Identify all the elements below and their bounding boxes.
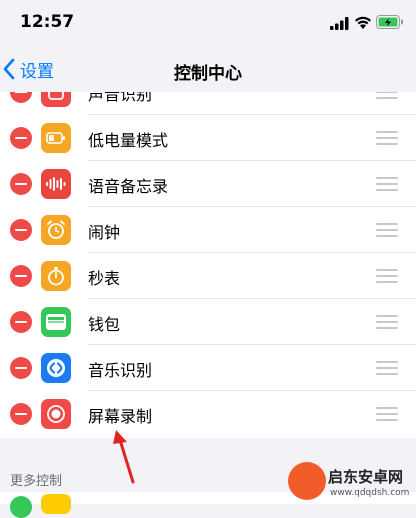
control-label: 秒表 [88,269,121,288]
app-icon [41,494,71,514]
remove-control-button[interactable] [10,265,32,287]
control-row-wallet: 钱包 [0,299,416,345]
watermark-logo-icon [288,462,326,500]
screen-record-icon [41,399,71,429]
battery-icon [41,123,71,153]
shazam-icon [41,353,71,383]
watermark: 启东安卓网 www.qdqdsh.com [288,462,416,504]
reorder-handle[interactable] [376,361,398,375]
control-label: 音乐识别 [88,361,153,380]
control-row-stopwatch: 秒表 [0,253,416,299]
page-title: 控制中心 [174,64,242,84]
remove-control-button[interactable] [10,219,32,241]
control-row-low-power: 低电量模式 [0,115,416,161]
add-control-button[interactable] [10,496,32,518]
control-label: 低电量模式 [88,131,169,150]
watermark-title: 启东安卓网 [328,468,404,486]
sound-recognition-icon [41,92,71,107]
stopwatch-icon [41,261,71,291]
reorder-handle[interactable] [376,407,398,421]
control-label: 声音识别 [88,92,153,104]
remove-control-button[interactable] [10,357,32,379]
control-label: 屏幕录制 [88,407,153,426]
wallet-icon [41,307,71,337]
reorder-handle[interactable] [376,223,398,237]
battery-charging-icon [376,15,403,29]
included-controls-list: 声音识别 低电量模式 语音备忘录 闹钟 秒表 钱包 音乐识别 屏幕录制 [0,92,416,438]
remove-control-button[interactable] [10,92,32,103]
control-label: 钱包 [88,315,121,334]
reorder-handle[interactable] [376,131,398,145]
control-row-sound-recognition: 声音识别 [0,92,416,115]
control-row-voice-memos: 语音备忘录 [0,161,416,207]
more-controls-header: 更多控制 [10,474,63,489]
remove-control-button[interactable] [10,311,32,333]
remove-control-button[interactable] [10,173,32,195]
reorder-handle[interactable] [376,269,398,283]
remove-control-button[interactable] [10,403,32,425]
annotation-arrow-icon [113,430,135,484]
voice-memo-icon [41,169,71,199]
status-bar: 12:57 [0,0,416,46]
cellular-signal-icon [330,17,349,30]
status-time: 12:57 [20,12,75,32]
control-row-alarm: 闹钟 [0,207,416,253]
alarm-icon [41,215,71,245]
control-label: 闹钟 [88,223,121,242]
wifi-icon [355,16,371,29]
control-label: 语音备忘录 [88,177,169,196]
reorder-handle[interactable] [376,92,398,99]
reorder-handle[interactable] [376,315,398,329]
navigation-bar: 设置 控制中心 [0,46,416,92]
control-row-screen-recording: 屏幕录制 [0,391,416,437]
control-row-music-recognition: 音乐识别 [0,345,416,391]
watermark-url: www.qdqdsh.com [330,488,410,498]
reorder-handle[interactable] [376,177,398,191]
remove-control-button[interactable] [10,127,32,149]
